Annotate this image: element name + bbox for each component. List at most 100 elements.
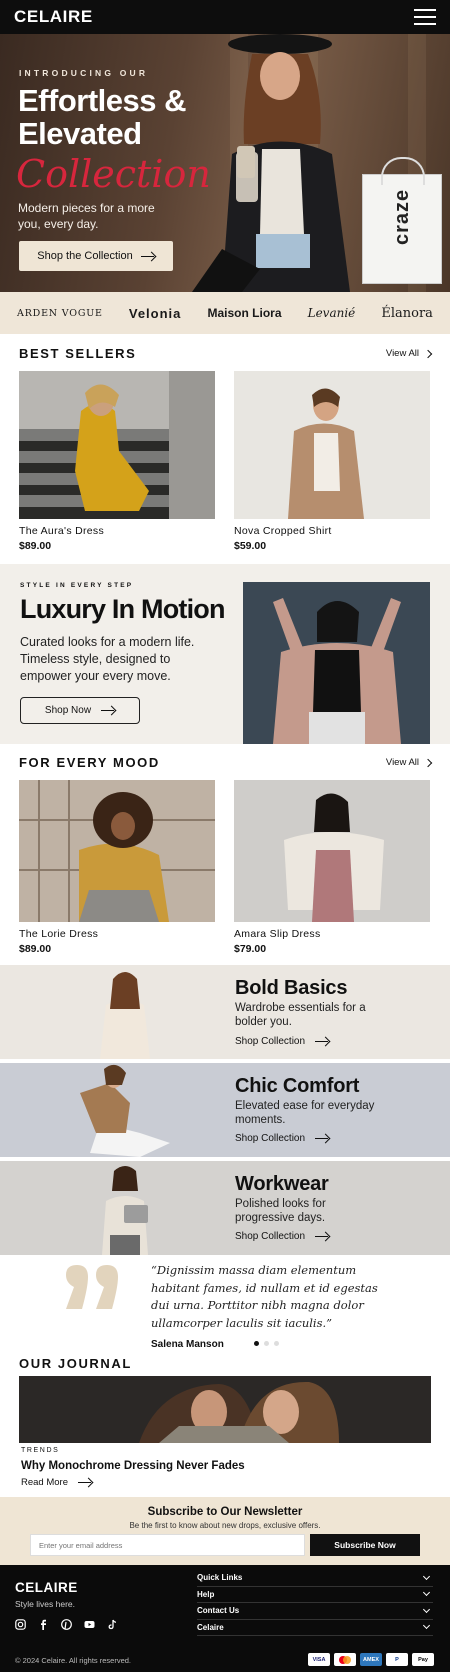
shop-collection-link[interactable]: Shop Collection: [235, 1036, 329, 1047]
brand-strip: ARDEN VOGUE Velonia Maison Liora Levanié…: [0, 292, 450, 334]
chevron-right-icon: [423, 349, 433, 358]
tiktok-icon[interactable]: [107, 1619, 118, 1630]
brand-logo: Maison Liora: [207, 306, 282, 320]
every-mood-header: FOR EVERY MOOD View All: [19, 755, 433, 770]
carousel-dot[interactable]: [274, 1341, 279, 1346]
footer-accordion: Quick Links Help Contact Us Celaire: [197, 1570, 433, 1636]
pinterest-icon[interactable]: [61, 1619, 72, 1630]
paypal-icon: P: [386, 1653, 408, 1666]
footer-link-contact[interactable]: Contact Us: [197, 1603, 433, 1620]
arrow-right-icon: [78, 1479, 92, 1487]
view-all-link[interactable]: View All: [386, 757, 433, 768]
section-title: FOR EVERY MOOD: [19, 755, 160, 770]
product-price: $79.00: [234, 943, 267, 955]
youtube-icon[interactable]: [84, 1619, 95, 1630]
payment-methods: VISA AMEX P Pay: [308, 1653, 434, 1666]
shop-collection-link[interactable]: Shop Collection: [235, 1231, 329, 1242]
chevron-right-icon: [423, 758, 433, 767]
brand-logo: Élanora: [381, 305, 433, 321]
brand-logo: Velonia: [128, 305, 182, 321]
promo-text: Curated looks for a modern life. Timeles…: [20, 635, 195, 683]
category-desc: Polished looks for progressive days.: [235, 1198, 326, 1224]
promo-model-image: [243, 582, 430, 744]
visa-icon: VISA: [308, 1653, 330, 1666]
newsletter-subtitle: Be the first to know about new drops, ex…: [129, 1521, 321, 1530]
category-model-image: [100, 972, 150, 1059]
hero-script-title: Collection: [16, 152, 211, 196]
email-input[interactable]: [30, 1534, 305, 1556]
section-title: BEST SELLERS: [19, 346, 137, 361]
apple-pay-icon: Pay: [412, 1653, 434, 1666]
hero-subtitle: Modern pieces for a more you, every day.: [18, 201, 155, 231]
product-image[interactable]: [19, 780, 215, 922]
category-banner[interactable]: Workwear Polished looks for progressive …: [0, 1161, 450, 1255]
product-card[interactable]: Amara Slip Dress $79.00: [234, 780, 430, 955]
post-title[interactable]: Why Monochrome Dressing Never Fades: [21, 1460, 245, 1472]
shop-collection-link[interactable]: Shop Collection: [235, 1133, 329, 1144]
hero-kicker: INTRODUCING OUR: [19, 68, 149, 78]
footer-link-quick-links[interactable]: Quick Links: [197, 1570, 433, 1587]
quote-icon: [66, 1265, 118, 1309]
facebook-icon[interactable]: [38, 1619, 49, 1630]
product-image[interactable]: [234, 780, 430, 922]
category-model-image: [80, 1064, 170, 1157]
category-desc: Wardrobe essentials for a bolder you.: [235, 1002, 366, 1028]
arrow-right-icon: [315, 1038, 329, 1046]
site-logo[interactable]: CELAIRE: [14, 7, 93, 27]
footer-tagline: Style lives here.: [15, 1599, 75, 1609]
hamburger-menu-icon[interactable]: [414, 9, 436, 25]
brand-logo: ARDEN VOGUE: [17, 307, 103, 319]
instagram-icon[interactable]: [15, 1619, 26, 1630]
product-card[interactable]: The Lorie Dress $89.00: [19, 780, 215, 955]
arrow-right-icon: [140, 252, 155, 260]
product-card[interactable]: The Aura's Dress $89.00: [19, 371, 215, 552]
shop-now-button[interactable]: Shop Now: [20, 697, 140, 724]
arrow-right-icon: [315, 1233, 329, 1241]
category-model-image: [102, 1166, 148, 1255]
category-banner[interactable]: Bold Basics Wardrobe essentials for a bo…: [0, 965, 450, 1059]
product-image[interactable]: [234, 371, 430, 519]
arrow-right-icon: [315, 1135, 329, 1143]
site-footer: CELAIRE Style lives here. Quick Links He…: [0, 1565, 450, 1672]
category-title: Bold Basics: [235, 977, 348, 999]
section-title: OUR JOURNAL: [19, 1356, 132, 1371]
best-sellers-header: BEST SELLERS View All: [19, 346, 433, 361]
carousel-dot[interactable]: [264, 1341, 269, 1346]
brand-logo: Levanié: [307, 306, 356, 320]
category-title: Chic Comfort: [235, 1075, 360, 1097]
product-name[interactable]: Nova Cropped Shirt: [234, 525, 430, 537]
testimonial-quote: “Dignissim massa diam elementum habitant…: [151, 1263, 378, 1330]
arrow-right-icon: [101, 707, 115, 715]
product-name[interactable]: Amara Slip Dress: [234, 928, 430, 940]
product-price: $89.00: [19, 943, 52, 955]
chevron-down-icon: [422, 1622, 431, 1630]
product-card[interactable]: Nova Cropped Shirt $59.00: [234, 371, 430, 552]
promo-kicker: STYLE IN EVERY STEP: [20, 582, 134, 589]
category-banner[interactable]: Chic Comfort Elevated ease for everyday …: [0, 1063, 450, 1157]
product-image[interactable]: [19, 371, 215, 519]
footer-link-celaire[interactable]: Celaire: [197, 1620, 433, 1636]
product-name[interactable]: The Aura's Dress: [19, 525, 215, 537]
hero-banner: craze INTRODUCING OUR Effortless & Eleva…: [0, 34, 450, 292]
shopping-bag-image: craze: [362, 157, 442, 284]
newsletter-section: Subscribe to Our Newsletter Be the first…: [0, 1497, 450, 1565]
amex-icon: AMEX: [360, 1653, 382, 1666]
category-desc: Elevated ease for everyday moments.: [235, 1100, 375, 1126]
subscribe-button[interactable]: Subscribe Now: [310, 1534, 420, 1556]
footer-link-help[interactable]: Help: [197, 1587, 433, 1603]
chevron-down-icon: [422, 1589, 431, 1597]
carousel-dot-active[interactable]: [254, 1341, 259, 1346]
newsletter-title: Subscribe to Our Newsletter: [147, 1506, 303, 1518]
hero-title: Effortless & Elevated: [18, 83, 186, 151]
view-all-link[interactable]: View All: [386, 348, 433, 359]
product-price: $89.00: [19, 540, 52, 552]
product-name[interactable]: The Lorie Dress: [19, 928, 215, 940]
post-category: TRENDS: [21, 1447, 60, 1454]
footer-logo[interactable]: CELAIRE: [15, 1580, 78, 1595]
journal-header: OUR JOURNAL: [19, 1356, 431, 1371]
journal-post-image[interactable]: [19, 1376, 431, 1443]
carousel-dots: [254, 1341, 279, 1346]
luxury-promo-section: STYLE IN EVERY STEP Luxury In Motion Cur…: [0, 564, 450, 744]
shop-collection-button[interactable]: Shop the Collection: [19, 241, 173, 271]
read-more-link[interactable]: Read More: [21, 1477, 92, 1488]
